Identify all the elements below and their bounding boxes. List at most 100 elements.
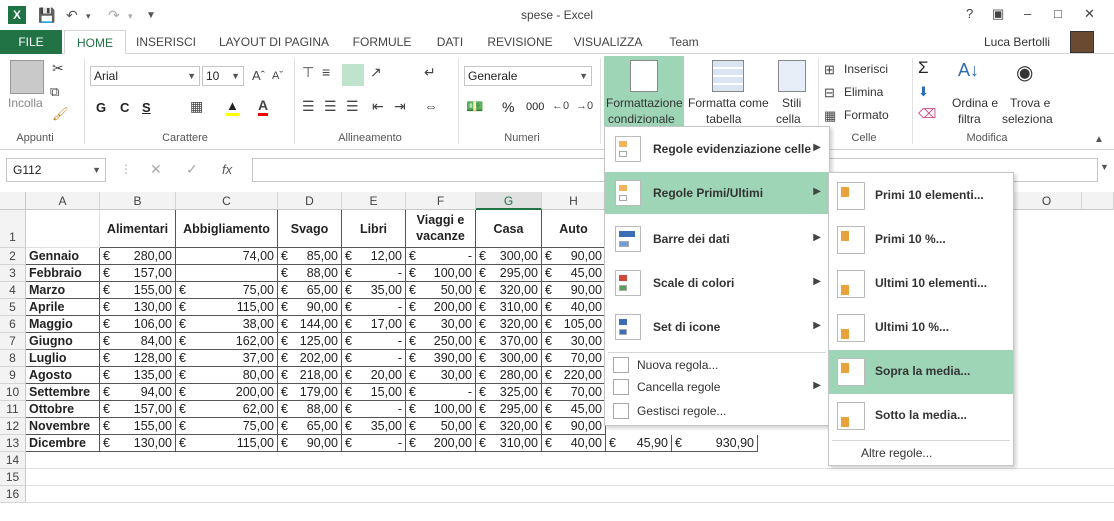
table-cell[interactable]: €280,00 [476,367,542,384]
paste-button[interactable]: Incolla [8,96,43,110]
find-select-icon[interactable]: ◉ [1016,60,1033,85]
cancel-icon[interactable]: ✕ [150,161,162,178]
number-format-combo[interactable]: Generale ▼ [464,66,592,86]
sort-filter-label-2[interactable]: filtra [958,112,981,126]
table-cell[interactable]: €320,00 [476,282,542,299]
column-header-g[interactable]: G [476,192,542,210]
table-cell[interactable]: €90,00 [542,282,606,299]
table-header-cell[interactable]: Casa [476,210,542,248]
find-select-button[interactable]: Trova e [1010,96,1050,110]
table-cell[interactable]: €135,00 [100,367,176,384]
align-right-icon[interactable]: ☰ [346,98,359,115]
table-cell[interactable]: €100,00 [406,401,476,418]
month-cell[interactable]: Luglio [26,350,100,367]
increase-decimal-icon[interactable]: ←0 [552,100,569,112]
submenu-item-more-rules[interactable]: Altre regole... [861,446,932,460]
fill-color-icon[interactable]: ▲ [226,98,239,116]
table-cell[interactable]: € - [406,248,476,265]
table-cell[interactable]: €130,00 [100,299,176,316]
format-cells-button[interactable]: Formato [844,108,889,122]
tab-insert[interactable]: INSERISCI [132,30,200,54]
clear-icon[interactable]: ⌫ [918,106,936,122]
table-cell[interactable]: €179,00 [278,384,342,401]
select-all-button[interactable] [0,192,26,210]
column-header-p[interactable] [1082,192,1114,210]
table-cell[interactable]: € - [342,333,406,350]
increase-indent-icon[interactable]: ⇥ [394,98,406,115]
table-cell[interactable]: €218,00 [278,367,342,384]
column-header-o[interactable]: O [1012,192,1082,210]
column-header-h[interactable]: H [542,192,606,210]
table-cell[interactable]: €128,00 [100,350,176,367]
tab-home[interactable]: HOME [64,30,126,54]
table-cell[interactable]: €94,00 [100,384,176,401]
orientation-icon[interactable]: ↗ [370,64,382,81]
table-cell[interactable]: €85,00 [278,248,342,265]
row-header[interactable]: 14 [0,452,26,469]
table-cell[interactable]: €200,00 [406,435,476,452]
cell-styles-label[interactable]: Stili [782,96,801,110]
cell-styles-icon[interactable] [778,60,806,92]
month-cell[interactable]: Aprile [26,299,100,316]
align-bottom-icon[interactable] [342,64,364,86]
table-cell[interactable]: 74,00 [176,248,278,265]
sort-filter-button[interactable]: Ordina e [952,96,998,110]
table-cell[interactable]: € - [342,299,406,316]
delete-cells-icon[interactable]: ⊟ [824,85,835,101]
menu-item-highlight-rules[interactable]: Regole evidenziazione celle ▶ [605,128,829,170]
delete-cells-button[interactable]: Elimina [844,85,883,99]
format-as-table-label-2[interactable]: tabella [706,112,741,126]
percent-button[interactable]: % [502,99,514,115]
minimize-icon[interactable]: – [1024,6,1031,21]
tab-file[interactable]: FILE [0,30,62,54]
table-cell[interactable] [176,265,278,282]
table-cell[interactable]: €65,00 [278,418,342,435]
table-cell[interactable]: €162,00 [176,333,278,350]
month-cell[interactable]: Dicembre [26,435,100,452]
menu-item-top-bottom-rules[interactable]: Regole Primi/Ultimi ▶ [605,172,829,214]
table-cell[interactable]: €84,00 [100,333,176,350]
table-cell[interactable]: €90,00 [278,435,342,452]
align-center-icon[interactable]: ☰ [324,98,337,115]
table-cell[interactable]: €200,00 [176,384,278,401]
tab-data[interactable]: DATI [428,30,472,54]
table-cell[interactable]: €250,00 [406,333,476,350]
table-cell[interactable]: €15,00 [342,384,406,401]
submenu-item-above-average[interactable]: Sopra la media... [829,350,1013,394]
grow-font-icon[interactable]: Aˆ [252,68,265,83]
table-cell[interactable]: €115,00 [176,299,278,316]
month-cell[interactable]: Novembre [26,418,100,435]
table-header-cell[interactable]: Auto [542,210,606,248]
table-cell[interactable]: €105,00 [542,316,606,333]
table-cell[interactable]: €62,00 [176,401,278,418]
tab-page-layout[interactable]: LAYOUT DI PAGINA [210,30,338,54]
close-icon[interactable]: ✕ [1084,6,1095,22]
table-cell[interactable]: € - [342,401,406,418]
borders-icon[interactable]: ▦ [190,98,203,115]
insert-cells-button[interactable]: Inserisci [844,62,888,76]
table-cell[interactable]: €20,00 [342,367,406,384]
table-header-cell[interactable]: Alimentari [100,210,176,248]
table-cell[interactable]: €30,00 [406,367,476,384]
table-cell[interactable]: €300,00 [476,248,542,265]
table-cell[interactable]: €100,00 [406,265,476,282]
table-cell[interactable]: €930,90 [672,435,758,452]
table-cell[interactable]: €125,00 [278,333,342,350]
align-middle-icon[interactable]: ≡ [322,64,330,80]
cut-icon[interactable]: ✂ [52,60,64,77]
insert-cells-icon[interactable]: ⊞ [824,62,835,78]
table-cell[interactable]: €295,00 [476,401,542,418]
menu-item-clear-rules[interactable]: Cancella regole ▶ [605,376,829,398]
table-cell[interactable]: €35,00 [342,282,406,299]
submenu-item-bottom-10-percent[interactable]: Ultimi 10 %... [829,306,1013,350]
enter-icon[interactable]: ✓ [186,161,198,178]
table-cell[interactable]: €35,00 [342,418,406,435]
table-cell[interactable]: €80,00 [176,367,278,384]
table-cell[interactable]: €202,00 [278,350,342,367]
bold-button[interactable]: G [96,100,106,115]
shrink-font-icon[interactable]: Aˇ [272,70,283,82]
fill-icon[interactable]: ⬇ [918,84,929,100]
column-header-b[interactable]: B [100,192,176,210]
copy-icon[interactable]: ⧉ [50,84,59,100]
column-header-f[interactable]: F [406,192,476,210]
